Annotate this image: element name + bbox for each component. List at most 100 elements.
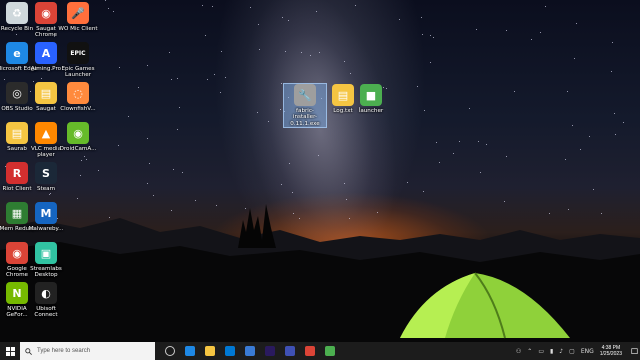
taskbar-app-premiere[interactable]: [260, 342, 280, 360]
star: [178, 107, 180, 109]
task-view-icon: [165, 346, 175, 356]
star: [119, 66, 121, 68]
desktop-icon-label: Steam: [36, 186, 56, 192]
star: [573, 58, 575, 60]
taskbar-app-file-explorer[interactable]: [200, 342, 220, 360]
star: [572, 125, 574, 127]
desktop-icon[interactable]: EPIC Epic Games Launcher: [57, 42, 99, 79]
star: [147, 182, 149, 184]
tent: [400, 272, 570, 339]
star: [98, 170, 100, 172]
star: [147, 138, 149, 140]
desktop-icon-label: WO Mic Client: [58, 26, 98, 32]
star: [171, 79, 173, 81]
star: [201, 4, 203, 6]
star: [149, 162, 150, 164]
search-box[interactable]: Type here to search: [20, 342, 155, 360]
star: [168, 52, 170, 54]
desktop-icon[interactable]: ◉ DroidCamA...: [57, 122, 99, 152]
star: [15, 33, 17, 35]
desktop-icon[interactable]: S Steam: [25, 162, 67, 192]
star: [468, 108, 470, 110]
desktop-icon-label: DroidCamA...: [59, 146, 97, 152]
app-icon: ▤: [35, 82, 57, 104]
desktop-icon[interactable]: M Malwareby...: [25, 202, 67, 232]
taskbar-app-store[interactable]: [240, 342, 260, 360]
desktop-icon[interactable]: ◐ Ubisoft Connect: [25, 282, 67, 319]
app-icon: ◐: [35, 282, 57, 304]
language-indicator[interactable]: ENG: [581, 348, 594, 355]
edge-icon: [185, 346, 195, 356]
star: [438, 162, 440, 164]
star: [80, 174, 82, 176]
star: [147, 65, 149, 67]
chevron-up-icon[interactable]: ⌃: [527, 348, 532, 355]
file-explorer-icon: [205, 346, 215, 356]
volume-icon[interactable]: ♪: [559, 348, 563, 355]
desktop-icon[interactable]: ▣ Streamlabs Desktop: [25, 242, 67, 279]
clock[interactable]: 4:38 PM 1/25/2023: [600, 345, 622, 357]
star: [117, 144, 119, 146]
taskbar-app-edge[interactable]: [180, 342, 200, 360]
star: [213, 73, 215, 75]
desktop-icon[interactable]: 🔧 fabric-installer-0.11.1.exe: [283, 82, 327, 129]
star: [420, 16, 422, 18]
star: [173, 168, 175, 170]
desktop-icon[interactable]: ◌ ClownfishV...: [57, 82, 99, 112]
star: [343, 182, 345, 184]
star: [225, 77, 227, 78]
star: [485, 143, 487, 145]
notification-icon: [630, 347, 638, 354]
star: [475, 29, 477, 30]
premiere-icon: [265, 346, 275, 356]
desktop-icon-label: Malwareby...: [28, 226, 64, 232]
star: [249, 7, 251, 9]
people-icon[interactable]: ⚇: [516, 348, 521, 355]
star: [288, 162, 290, 164]
taskbar-app-task-view[interactable]: [160, 342, 180, 360]
star: [105, 0, 107, 2]
desktop-icon-label: Ubisoft Connect: [34, 306, 58, 319]
star: [505, 155, 507, 157]
star: [505, 30, 507, 32]
app-icon: M: [35, 202, 57, 224]
star: [81, 160, 83, 162]
desktop-icon[interactable]: 🎤 WO Mic Client: [57, 2, 99, 32]
app-icon: S: [35, 162, 57, 184]
taskbar-app-minecraft[interactable]: [320, 342, 340, 360]
display-icon[interactable]: ▢: [569, 348, 575, 355]
notification-button[interactable]: [628, 342, 640, 360]
desktop-icon-label: Epic Games Launcher: [61, 66, 95, 79]
star: [458, 140, 460, 142]
battery-icon[interactable]: ▮: [550, 348, 553, 355]
start-button[interactable]: [0, 342, 20, 360]
star: [205, 35, 207, 37]
desktop-icon-label: fabric-installer-0.11.1.exe: [290, 108, 320, 127]
star: [41, 78, 43, 80]
star: [406, 182, 408, 184]
pinned-apps: [160, 342, 340, 360]
app-blue-icon: [285, 346, 295, 356]
network-icon[interactable]: ▭: [538, 348, 544, 355]
windows-icon: [5, 346, 15, 356]
star: [611, 71, 613, 73]
minecraft-icon: [325, 346, 335, 356]
star: [423, 109, 425, 111]
star: [567, 91, 568, 93]
taskbar-app-app-blue[interactable]: [280, 342, 300, 360]
star: [176, 128, 178, 130]
star: [614, 113, 616, 115]
star: [611, 41, 613, 43]
star: [539, 32, 541, 34]
mail-icon: [225, 346, 235, 356]
taskbar: Type here to search ⚇ ⌃ ▭ ▮ ♪ ▢ ENG 4:38…: [0, 342, 640, 360]
taskbar-app-mail[interactable]: [220, 342, 240, 360]
desktop-icon[interactable]: ■ launcher: [350, 84, 392, 114]
star: [319, 51, 321, 53]
app-icon: ◌: [67, 82, 89, 104]
app-icon: EPIC: [67, 42, 89, 64]
desktop-icon-label: launcher: [358, 108, 384, 114]
taskbar-app-chrome[interactable]: [300, 342, 320, 360]
clock-date: 1/25/2023: [599, 351, 622, 357]
star: [399, 18, 401, 20]
